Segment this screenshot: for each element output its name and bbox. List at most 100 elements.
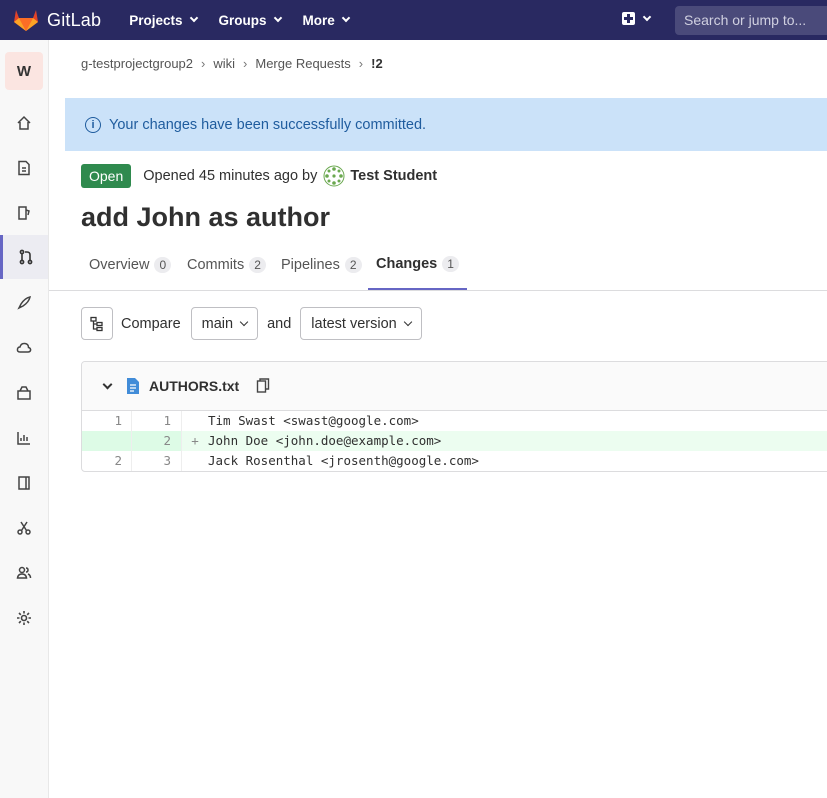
search-input[interactable]: Search or jump to... xyxy=(675,6,827,35)
count-badge: 0 xyxy=(154,257,172,273)
opened-meta: Opened 45 minutes ago by xyxy=(143,168,318,184)
cloud-icon xyxy=(16,342,32,353)
diff-file-header: AUTHORS.txt xyxy=(82,362,827,411)
info-icon: i xyxy=(85,116,101,133)
mr-tabs: Overview 0 Commits 2 Pipelines 2 Changes… xyxy=(49,240,827,291)
breadcrumb: g-testprojectgroup2 › wiki › Merge Reque… xyxy=(81,56,383,71)
old-line-number[interactable]: 1 xyxy=(82,411,132,431)
target-version-dropdown[interactable]: latest version xyxy=(300,307,422,340)
tab-label: Changes xyxy=(376,256,438,272)
chevron-down-icon xyxy=(239,317,249,326)
breadcrumb-separator-icon: › xyxy=(243,56,248,71)
sidebar-item-cicd[interactable] xyxy=(0,281,48,325)
and-label: and xyxy=(267,315,292,332)
status-badge: Open xyxy=(81,164,132,188)
compare-label: Compare xyxy=(121,315,181,332)
breadcrumb-current[interactable]: !2 xyxy=(371,56,383,71)
book-icon xyxy=(18,476,30,490)
sidebar-item-repository[interactable] xyxy=(0,146,48,190)
nav-projects-label: Projects xyxy=(129,12,183,28)
home-icon xyxy=(17,115,31,130)
tab-label: Commits xyxy=(187,257,245,273)
diff-sign xyxy=(182,451,208,471)
old-line-number[interactable] xyxy=(82,431,132,451)
sidebar-item-members[interactable] xyxy=(0,551,48,595)
tab-label: Pipelines xyxy=(281,257,340,273)
breadcrumb-group[interactable]: g-testprojectgroup2 xyxy=(81,56,193,71)
sidebar-item-merge-requests[interactable] xyxy=(0,235,48,279)
new-line-number[interactable]: 2 xyxy=(132,431,182,451)
count-badge: 2 xyxy=(344,257,362,273)
diff-sign: + xyxy=(191,433,199,448)
new-item-dropdown[interactable] xyxy=(622,12,652,25)
diff-line-added: 2 + John Doe <john.doe@example.com> xyxy=(82,431,827,451)
tab-overview[interactable]: Overview 0 xyxy=(89,240,172,290)
file-tree-toggle-button[interactable] xyxy=(81,307,113,340)
nav-more-dropdown[interactable]: More xyxy=(302,12,351,28)
scissors-icon xyxy=(17,521,31,535)
page-title: add John as author xyxy=(81,202,331,232)
document-icon xyxy=(18,160,30,176)
brand-name: GitLab xyxy=(47,9,102,30)
avatar[interactable] xyxy=(323,165,345,187)
merge-request-icon xyxy=(19,249,32,265)
count-badge: 1 xyxy=(442,256,459,272)
old-line-number[interactable]: 2 xyxy=(82,451,132,471)
sidebar-item-settings[interactable] xyxy=(0,596,48,640)
gitlab-tanuki-icon xyxy=(14,10,38,31)
breadcrumb-merge-requests[interactable]: Merge Requests xyxy=(255,56,350,71)
nav-menu: Projects Groups More xyxy=(129,13,371,28)
file-name[interactable]: AUTHORS.txt xyxy=(149,378,239,394)
nav-more-label: More xyxy=(302,12,335,28)
chevron-down-icon xyxy=(403,317,412,326)
chevron-down-icon xyxy=(341,13,351,23)
new-line-number[interactable]: 3 xyxy=(132,451,182,471)
target-version-value: latest version xyxy=(311,315,397,332)
tab-changes[interactable]: Changes 1 xyxy=(368,240,467,290)
sidebar-item-issues[interactable] xyxy=(0,191,48,235)
nav-groups-label: Groups xyxy=(218,12,267,28)
breadcrumb-separator-icon: › xyxy=(201,56,206,71)
breadcrumb-separator-icon: › xyxy=(358,56,364,71)
copy-icon[interactable] xyxy=(256,378,270,394)
rocket-icon xyxy=(17,296,31,310)
code-line: John Doe <john.doe@example.com> xyxy=(208,433,442,448)
project-avatar[interactable]: W xyxy=(5,52,43,90)
sidebar-item-wiki[interactable] xyxy=(0,461,48,505)
chevron-down-icon[interactable] xyxy=(102,379,113,389)
settings-icon xyxy=(17,611,31,625)
diff-line: 2 3 Jack Rosenthal <jrosenth@google.com> xyxy=(82,451,827,471)
tab-commits[interactable]: Commits 2 xyxy=(187,240,266,290)
package-icon xyxy=(17,386,31,400)
analytics-icon xyxy=(17,432,30,445)
issues-icon xyxy=(18,206,30,220)
nav-groups-dropdown[interactable]: Groups xyxy=(218,12,282,28)
chevron-down-icon xyxy=(273,13,282,23)
project-sidebar: W xyxy=(0,40,49,798)
sidebar-item-snippets[interactable] xyxy=(0,506,48,550)
sidebar-item-packages[interactable] xyxy=(0,371,48,415)
alert-message: Your changes have been successfully comm… xyxy=(109,116,427,133)
new-line-number[interactable]: 1 xyxy=(132,411,182,431)
sidebar-item-deployments[interactable] xyxy=(0,326,48,370)
top-navbar: GitLab Projects Groups More Search or ju… xyxy=(0,0,827,40)
tab-pipelines[interactable]: Pipelines 2 xyxy=(281,240,362,290)
nav-projects-dropdown[interactable]: Projects xyxy=(129,12,198,28)
file-tree-icon xyxy=(90,316,103,331)
plus-square-icon xyxy=(622,12,635,25)
gitlab-logo[interactable]: GitLab xyxy=(13,8,101,32)
breadcrumb-project[interactable]: wiki xyxy=(213,56,235,71)
sidebar-item-analytics[interactable] xyxy=(0,416,48,460)
code-line: Jack Rosenthal <jrosenth@google.com> xyxy=(208,453,479,468)
tab-label: Overview xyxy=(89,257,150,273)
diff-sign xyxy=(182,411,208,431)
compare-bar: Compare main and latest version xyxy=(81,307,422,340)
mr-status-row: Open Opened 45 minutes ago by Test Stude… xyxy=(81,164,437,188)
author-name[interactable]: Test Student xyxy=(350,168,437,184)
base-branch-dropdown[interactable]: main xyxy=(190,307,259,340)
success-alert: i Your changes have been successfully co… xyxy=(65,98,827,151)
diff-file: AUTHORS.txt 1 1 Tim Swast <swast@google.… xyxy=(81,361,827,472)
text-file-icon xyxy=(127,378,139,394)
base-branch-value: main xyxy=(201,315,234,332)
sidebar-item-project[interactable] xyxy=(0,101,48,145)
